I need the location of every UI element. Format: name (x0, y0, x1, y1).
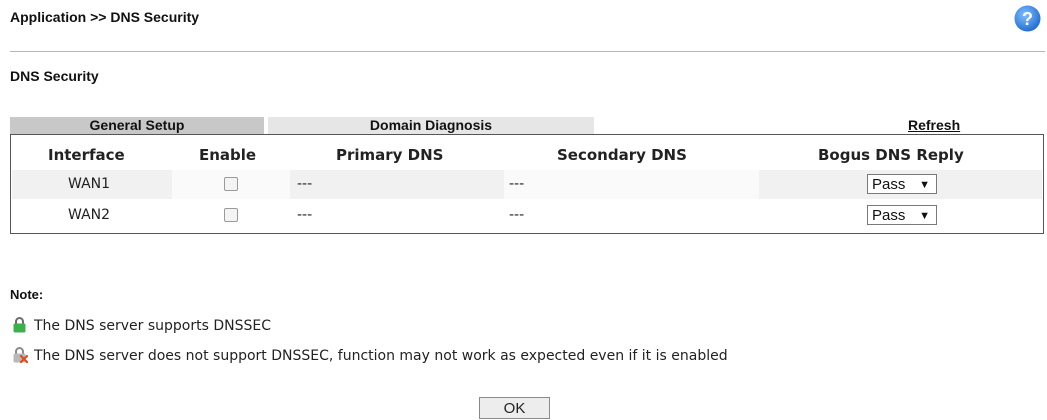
secondary-dns-value: --- (509, 207, 525, 223)
svg-text:?: ? (1022, 9, 1033, 29)
col-header-interface: Interface (48, 146, 125, 164)
interface-cell: WAN2 (68, 207, 111, 223)
bogus-dns-reply-select[interactable]: Pass ▼ (867, 205, 937, 225)
note-text: The DNS server supports DNSSEC (34, 318, 271, 334)
dropdown-arrow-icon: ▼ (919, 210, 930, 222)
secondary-dns-cell (504, 170, 759, 199)
bogus-dns-reply-select[interactable]: Pass ▼ (867, 174, 937, 194)
col-header-secondary-dns: Secondary DNS (557, 146, 687, 164)
note-title: Note: (10, 287, 44, 302)
primary-dns-cell: --- (297, 207, 313, 223)
bogus-dns-reply-value: Pass (872, 207, 906, 224)
col-header-enable: Enable (199, 146, 257, 164)
tab-domain-diagnosis[interactable]: Domain Diagnosis (268, 117, 594, 134)
section-title: DNS Security (10, 68, 99, 84)
enable-checkbox[interactable] (224, 208, 238, 222)
primary-dns-cell: --- (297, 176, 313, 192)
secondary-dns-value: --- (509, 176, 525, 192)
ok-button[interactable]: OK (479, 397, 550, 419)
divider (10, 51, 1045, 52)
bogus-dns-reply-value: Pass (872, 176, 906, 193)
refresh-link[interactable]: Refresh (908, 117, 960, 134)
dropdown-arrow-icon: ▼ (919, 179, 930, 191)
tab-general-setup[interactable]: General Setup (10, 117, 264, 134)
enable-checkbox[interactable] (224, 177, 238, 191)
note-item: The DNS server supports DNSSEC (11, 316, 271, 334)
lock-green-icon (13, 317, 26, 333)
col-header-primary-dns: Primary DNS (336, 146, 444, 164)
note-item: The DNS server does not support DNSSEC, … (11, 346, 728, 364)
lock-gray-x-icon (13, 347, 29, 364)
col-header-bogus-dns-reply: Bogus DNS Reply (818, 146, 964, 164)
help-icon[interactable]: ? (1014, 5, 1041, 32)
note-text: The DNS server does not support DNSSEC, … (34, 348, 728, 364)
interface-cell: WAN1 (68, 176, 111, 192)
breadcrumb: Application >> DNS Security (10, 9, 200, 25)
